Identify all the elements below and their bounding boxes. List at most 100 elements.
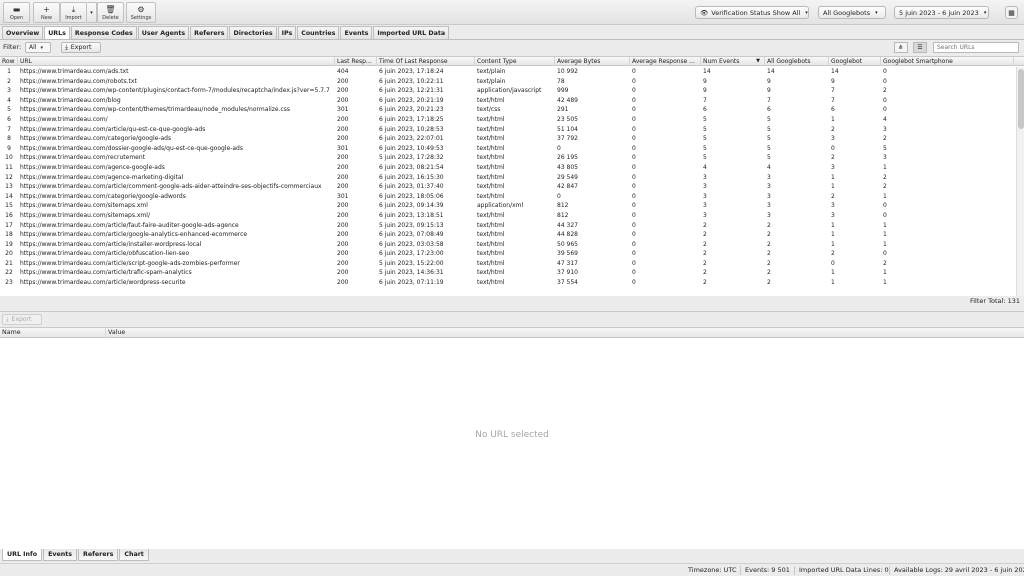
tab-response-codes[interactable]: Response Codes <box>70 26 137 39</box>
column-header-name[interactable]: Name <box>0 328 106 338</box>
column-header-average-bytes[interactable]: Average Bytes <box>555 57 630 66</box>
cell-average-response-time: 0 <box>632 154 636 162</box>
open-button[interactable]: ▬ Open <box>3 2 30 23</box>
cell-average-response-time: 0 <box>632 173 636 181</box>
import-dropdown-caret[interactable]: ▾ <box>87 2 97 23</box>
cell-googlebot: 9 <box>831 77 835 85</box>
table-row[interactable]: 2 https://www.trimardeau.com/robots.txt 20… <box>0 77 1014 87</box>
scrollbar-thumb[interactable] <box>1018 69 1024 129</box>
filter-label: Filter: <box>3 43 22 51</box>
cell-num-events: 2 <box>703 221 707 229</box>
column-header-num-events[interactable]: Num Events ▼ <box>701 57 765 66</box>
cell-average-bytes: 42 847 <box>557 183 578 191</box>
tab-events[interactable]: Events <box>340 26 373 39</box>
cell-average-response-time: 0 <box>632 269 636 277</box>
table-row[interactable]: 12 https://www.trimardeau.com/agence-mark… <box>0 173 1014 183</box>
table-row[interactable]: 11 https://www.trimardeau.com/agence-goog… <box>0 163 1014 173</box>
tab-referers[interactable]: Referers <box>190 26 229 39</box>
table-row[interactable]: 6 https://www.trimardeau.com/200 6 juin 20… <box>0 115 1014 125</box>
details-table: Name Value No URL selected <box>0 327 1024 549</box>
column-header-row[interactable]: Row <box>0 57 18 66</box>
table-row[interactable]: 23 https://www.trimardeau.com/article/wor… <box>0 278 1014 288</box>
cell-all-googlebots: 2 <box>767 240 771 248</box>
filter-select[interactable]: All ▾ <box>25 42 51 53</box>
cell-content-type: application/javascript <box>477 87 542 95</box>
cell-googlebot-smartphone: 0 <box>883 77 887 85</box>
column-header-url[interactable]: URL <box>18 57 335 66</box>
table-row[interactable]: 16 https://www.trimardeau.com/sitemaps.xm… <box>0 211 1014 221</box>
cell-row: 23 <box>5 279 13 287</box>
column-header-all-googlebots[interactable]: All Googlebots <box>765 57 829 66</box>
details-tab-url-info[interactable]: URL Info <box>2 549 43 561</box>
cell-average-bytes: 29 549 <box>557 173 578 181</box>
tab-ips[interactable]: IPs <box>277 26 297 39</box>
table-row[interactable]: 19 https://www.trimardeau.com/article/ins… <box>0 240 1014 250</box>
tab-countries[interactable]: Countries <box>297 26 340 39</box>
table-row[interactable]: 1 https://www.trimardeau.com/ads.txt 404 6 … <box>0 67 1014 77</box>
table-row[interactable]: 10 https://www.trimardeau.com/recrutement… <box>0 153 1014 163</box>
delete-button[interactable]: 🗑 Delete <box>97 2 124 23</box>
tab-overview[interactable]: Overview <box>2 26 44 39</box>
cell-googlebot: 1 <box>831 240 835 248</box>
settings-button[interactable]: ⚙ Settings <box>126 2 156 23</box>
table-row[interactable]: 8 https://www.trimardeau.com/categorie/go… <box>0 134 1014 144</box>
cell-all-googlebots: 5 <box>767 125 771 133</box>
search-input[interactable] <box>933 42 1019 53</box>
table-row[interactable]: 15 https://www.trimardeau.com/sitemaps.xm… <box>0 201 1014 211</box>
cell-last-response: 200 <box>337 115 349 123</box>
table-row[interactable]: 5 https://www.trimardeau.com/wp-content/t… <box>0 105 1014 115</box>
tree-view-icon[interactable]: ⋔ <box>894 42 908 53</box>
tab-user-agents[interactable]: User Agents <box>137 26 190 39</box>
details-export-button[interactable]: ⤓ Export <box>2 314 42 325</box>
column-header-average-response-time[interactable]: Average Response ... <box>630 57 701 66</box>
table-row[interactable]: 17 https://www.trimardeau.com/article/fau… <box>0 221 1014 231</box>
verification-status-dropdown[interactable]: 👁 Verification Status Show All ▾ <box>695 6 809 19</box>
tab-urls[interactable]: URLs <box>44 26 70 39</box>
chevron-down-icon: ▾ <box>875 9 878 16</box>
cell-average-response-time: 0 <box>632 163 636 171</box>
cell-googlebot-smartphone: 0 <box>883 250 887 258</box>
cell-last-response: 200 <box>337 125 349 133</box>
tab-imported-url-data[interactable]: Imported URL Data <box>373 26 450 39</box>
cell-content-type: text/html <box>477 135 505 143</box>
details-tab-referers[interactable]: Referers <box>77 549 119 561</box>
table-row[interactable]: 21 https://www.trimardeau.com/article/scr… <box>0 259 1014 269</box>
column-header-last-response[interactable]: Last Resp... <box>335 57 377 66</box>
cell-last-response: 200 <box>337 87 349 95</box>
cell-average-bytes: 23 505 <box>557 115 578 123</box>
cell-content-type: text/html <box>477 96 505 104</box>
table-row[interactable]: 18 https://www.trimardeau.com/article/goo… <box>0 230 1014 240</box>
column-header-content-type[interactable]: Content Type <box>475 57 555 66</box>
table-row[interactable]: 9 https://www.trimardeau.com/dossier-goog… <box>0 144 1014 154</box>
list-view-icon[interactable]: ☰ <box>913 42 927 53</box>
cell-content-type: text/html <box>477 192 505 200</box>
export-button[interactable]: ⤓ Export <box>61 42 101 53</box>
table-row[interactable]: 13 https://www.trimardeau.com/article/com… <box>0 182 1014 192</box>
column-header-googlebot[interactable]: Googlebot <box>829 57 881 66</box>
details-tab-events[interactable]: Events <box>43 549 77 561</box>
calendar-icon[interactable]: ▦ <box>1005 6 1018 19</box>
table-row[interactable]: 14 https://www.trimardeau.com/categorie/g… <box>0 192 1014 202</box>
table-row[interactable]: 3 https://www.trimardeau.com/wp-content/p… <box>0 86 1014 96</box>
table-row[interactable]: 20 https://www.trimardeau.com/article/obf… <box>0 249 1014 259</box>
tab-directories[interactable]: Directories <box>229 26 277 39</box>
column-header-time-of-last-response[interactable]: Time Of Last Response <box>377 57 475 66</box>
cell-url: https://www.trimardeau.com/dossier-googl… <box>20 144 243 152</box>
cell-googlebot: 3 <box>831 135 835 143</box>
import-button[interactable]: ⤓ Import <box>60 2 87 23</box>
details-toolbar: ⤓ Export <box>0 311 1024 326</box>
cell-row: 15 <box>5 202 13 210</box>
vertical-scrollbar[interactable] <box>1016 67 1024 296</box>
googlebot-filter-dropdown[interactable]: All Googlebots ▾ <box>818 6 886 19</box>
table-row[interactable]: 22 https://www.trimardeau.com/article/tra… <box>0 268 1014 278</box>
details-tab-chart[interactable]: Chart <box>119 549 149 561</box>
table-row[interactable]: 7 https://www.trimardeau.com/article/qu-e… <box>0 125 1014 135</box>
cell-last-response: 200 <box>337 154 349 162</box>
column-header-googlebot-smartphone[interactable]: Googlebot Smartphone <box>881 57 1014 66</box>
date-range-dropdown[interactable]: 5 juin 2023 - 6 juin 2023 ▾ <box>894 6 989 19</box>
table-row[interactable]: 4 https://www.trimardeau.com/blog 200 6 jui… <box>0 96 1014 106</box>
column-header-value[interactable]: Value <box>106 328 1024 338</box>
cell-googlebot-smartphone: 5 <box>883 144 887 152</box>
new-button[interactable]: + New <box>33 2 60 23</box>
cell-time-of-last-response: 6 juin 2023, 17:18:25 <box>379 115 444 123</box>
